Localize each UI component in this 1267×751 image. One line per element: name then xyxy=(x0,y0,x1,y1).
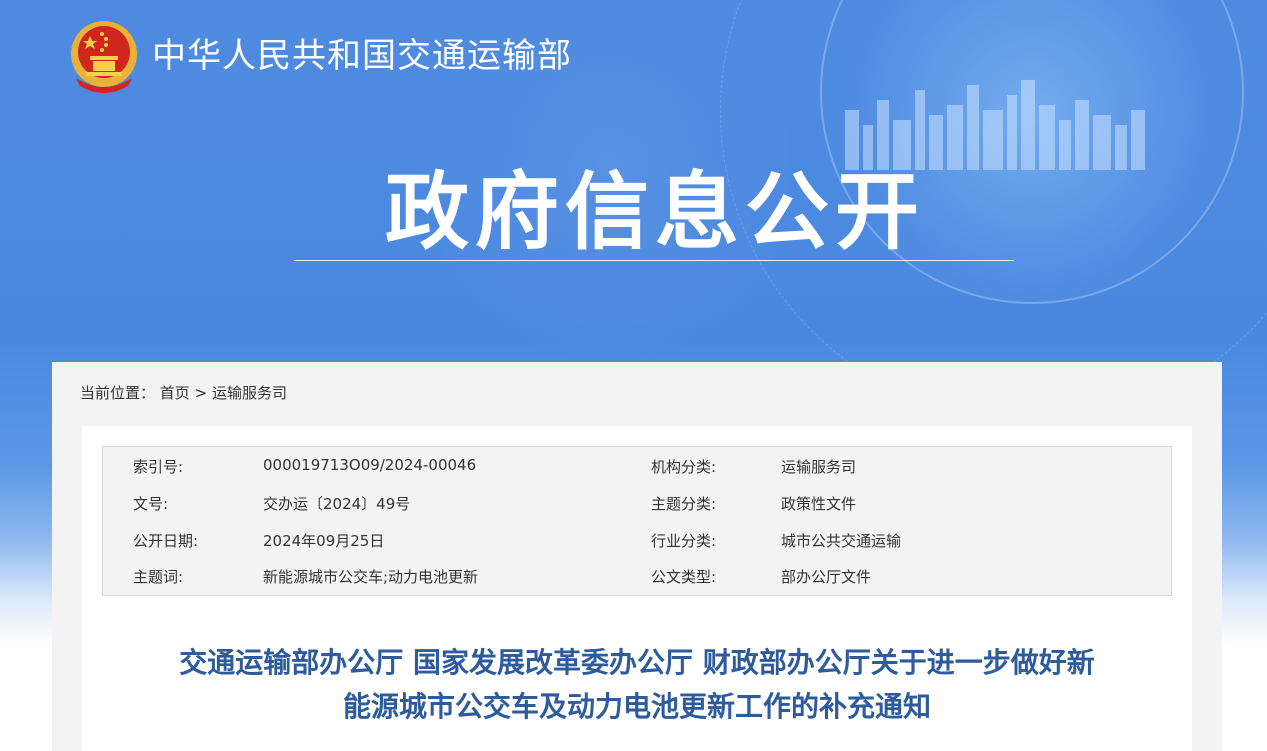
breadcrumb-current-link[interactable]: 运输服务司 xyxy=(212,384,287,402)
metadata-value: 2024年09月25日 xyxy=(263,532,385,550)
document-container: 索引号: 000019713O09/2024-00046 机构分类: 运输服务司… xyxy=(82,426,1192,751)
metadata-key: 行业分类: xyxy=(651,532,717,550)
breadcrumb-label: 当前位置： xyxy=(80,384,156,402)
metadata-value: 运输服务司 xyxy=(781,458,857,476)
metadata-value: 新能源城市公交车;动力电池更新 xyxy=(263,568,479,586)
metadata-row: 文号: 交办运〔2024〕49号 主题分类: 政策性文件 xyxy=(103,484,1171,520)
section-title: 政府信息公开 xyxy=(384,163,925,261)
breadcrumb-separator: > xyxy=(194,384,208,402)
metadata-row: 主题词: 新能源城市公交车;动力电池更新 公文类型: 部办公厅文件 xyxy=(103,557,1171,593)
metadata-value: 交办运〔2024〕49号 xyxy=(263,495,411,513)
breadcrumb-home-link[interactable]: 首页 xyxy=(160,384,190,402)
ministry-name[interactable]: 中华人民共和国交通运输部 xyxy=(152,34,572,78)
metadata-key: 文号: xyxy=(133,495,169,513)
metadata-value: 部办公厅文件 xyxy=(781,568,872,586)
document-metadata-table: 索引号: 000019713O09/2024-00046 机构分类: 运输服务司… xyxy=(102,446,1172,596)
breadcrumb: 当前位置： 首页 > 运输服务司 xyxy=(80,382,287,403)
national-emblem-icon xyxy=(71,21,137,93)
metadata-key: 主题分类: xyxy=(651,495,717,513)
metadata-value: 城市公共交通运输 xyxy=(781,532,902,550)
metadata-row: 公开日期: 2024年09月25日 行业分类: 城市公共交通运输 xyxy=(103,521,1171,557)
metadata-value: 000019713O09/2024-00046 xyxy=(263,456,477,474)
city-skyline-image xyxy=(845,80,1145,170)
document-title: 交通运输部办公厅 国家发展改革委办公厅 财政部办公厅关于进一步做好新 能源城市公… xyxy=(102,641,1172,729)
metadata-row: 索引号: 000019713O09/2024-00046 机构分类: 运输服务司 xyxy=(103,447,1171,483)
document-title-line: 交通运输部办公厅 国家发展改革委办公厅 财政部办公厅关于进一步做好新 xyxy=(179,646,1095,679)
content-panel: 当前位置： 首页 > 运输服务司 索引号: 000019713O09/2024-… xyxy=(52,362,1222,751)
metadata-key: 索引号: xyxy=(133,458,184,476)
document-title-line: 能源城市公交车及动力电池更新工作的补充通知 xyxy=(342,690,931,723)
title-underline xyxy=(294,260,1014,261)
metadata-value: 政策性文件 xyxy=(781,495,857,513)
metadata-key: 主题词: xyxy=(133,568,184,586)
metadata-key: 机构分类: xyxy=(651,458,717,476)
metadata-key: 公文类型: xyxy=(651,568,717,586)
metadata-key: 公开日期: xyxy=(133,532,199,550)
